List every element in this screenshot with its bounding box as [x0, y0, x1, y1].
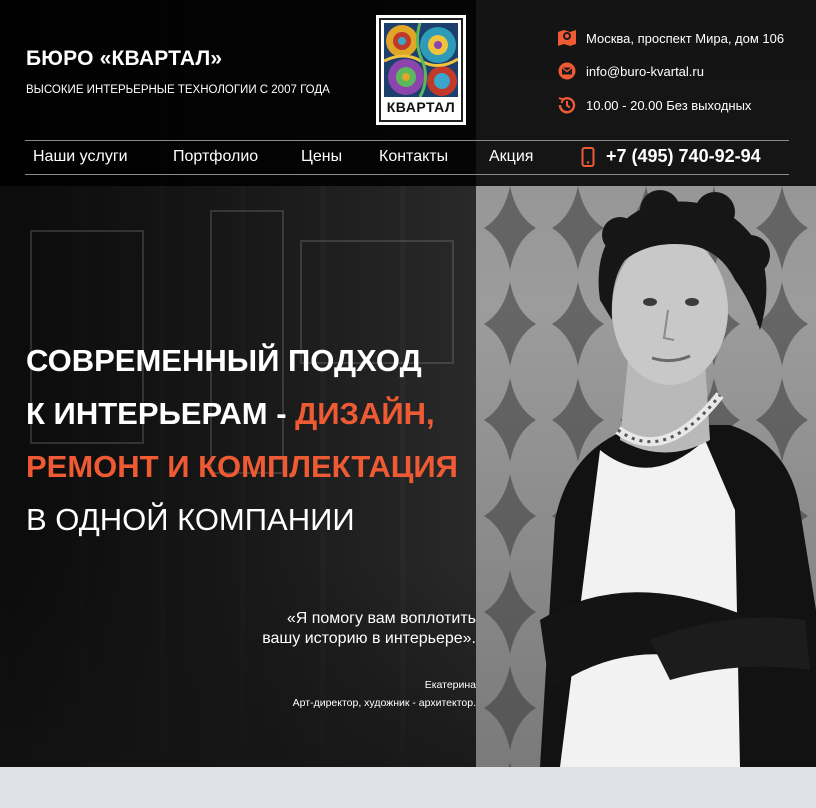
nav-divider-bottom — [25, 174, 789, 175]
nav-item-contacts[interactable]: Контакты — [379, 148, 448, 166]
headline-line-1: СОВРЕМЕННЫЙ ПОДХОД — [26, 343, 422, 378]
nav-item-services[interactable]: Наши услуги — [33, 148, 128, 166]
next-section-strip — [0, 767, 816, 808]
main-nav: Наши услуги Портфолио Цены Контакты Акци… — [25, 141, 789, 174]
address-text: Москва, проспект Мира, дом 106 — [586, 30, 785, 46]
brand-tagline: ВЫСОКИЕ ИНТЕРЬЕРНЫЕ ТЕХНОЛОГИИ С 2007 ГО… — [26, 84, 330, 96]
headline-line-2: К ИНТЕРЬЕРАМ - ДИЗАЙН, — [26, 387, 506, 440]
author-name: Екатерина — [424, 679, 476, 691]
contact-address: Москва, проспект Мира, дом 106 — [557, 27, 784, 49]
email-icon — [558, 62, 576, 80]
interior-floor — [0, 560, 480, 767]
nav-item-portfolio[interactable]: Портфолио — [173, 148, 258, 166]
map-pin-icon — [558, 30, 576, 46]
logo-frame: КВАРТАЛ — [379, 18, 463, 122]
hero-quote: «Я помогу вам воплотить вашу историю в и… — [180, 609, 476, 649]
nav-item-prices[interactable]: Цены — [301, 148, 342, 166]
quote-line-1: «Я помогу вам воплотить — [286, 610, 476, 627]
email-link[interactable]: info@buro-kvartal.ru — [586, 64, 704, 79]
hero-section: БЮРО «КВАРТАЛ» ВЫСОКИЕ ИНТЕРЬЕРНЫЕ ТЕХНО… — [0, 0, 816, 767]
headline-line-3: РЕМОНТ И КОМПЛЕКТАЦИЯ — [26, 449, 458, 484]
contact-hours: 10.00 - 20.00 Без выходных — [557, 94, 751, 116]
quote-line-2: вашу историю в интерьере». — [262, 630, 476, 647]
hours-text: 10.00 - 20.00 Без выходных — [586, 97, 752, 113]
logo[interactable]: КВАРТАЛ — [376, 15, 466, 125]
mobile-phone-icon — [581, 146, 595, 167]
nav-item-promo[interactable]: Акция — [489, 148, 533, 166]
hero-headline: СОВРЕМЕННЫЙ ПОДХОД К ИНТЕРЬЕРАМ - ДИЗАЙН… — [26, 334, 506, 546]
quote-author: Екатерина Арт-директор, художник - архит… — [200, 676, 476, 712]
portrait-photo — [540, 190, 816, 767]
logo-swirl-art — [384, 23, 458, 97]
headline-line-4: В ОДНОЙ КОМПАНИИ — [26, 502, 355, 537]
headline-line-2-prefix: К ИНТЕРЬЕРАМ - — [26, 396, 296, 431]
headline-line-2-accent: ДИЗАЙН, — [295, 396, 435, 431]
phone-text[interactable]: +7 (495) 740-92-94 — [606, 146, 761, 167]
clock-icon — [558, 97, 576, 114]
phone-number[interactable]: +7 (495) 740-92-94 — [581, 146, 761, 167]
logo-text: КВАРТАЛ — [386, 99, 456, 115]
author-role: Арт-директор, художник - архитектор. — [292, 697, 476, 709]
brand-name[interactable]: БЮРО «КВАРТАЛ» — [26, 47, 222, 71]
contact-email[interactable]: info@buro-kvartal.ru — [557, 60, 704, 82]
